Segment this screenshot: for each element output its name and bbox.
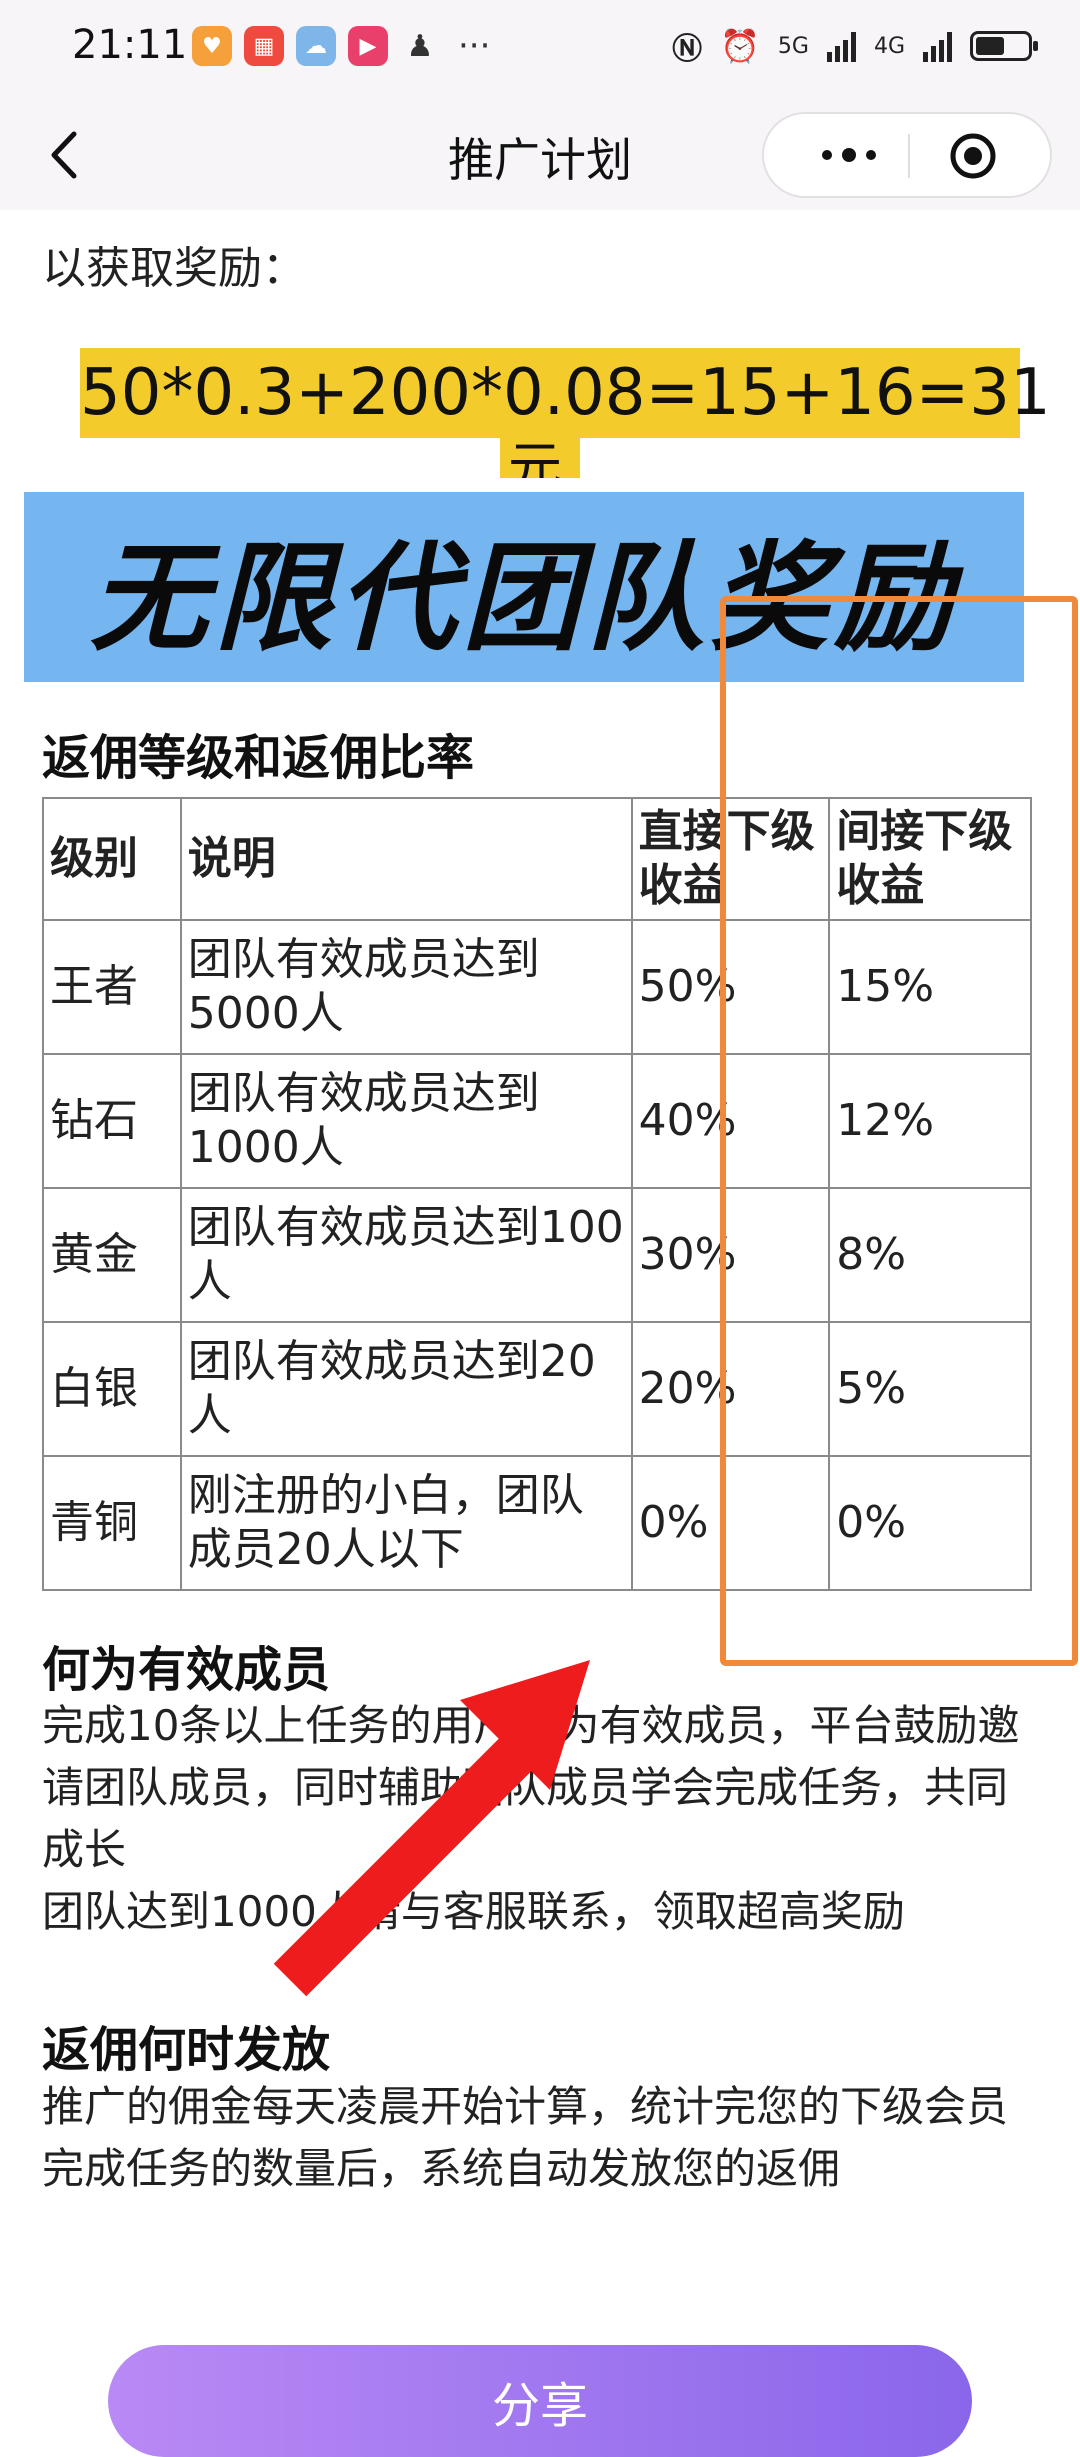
reward-formula-unit: 元: [508, 438, 562, 478]
reward-formula: 50*0.3+200*0.08=15+16=31: [80, 356, 1051, 430]
close-target-icon[interactable]: [948, 131, 998, 181]
effective-member-text: 完成10条以上任务的用户即为有效成员，平台鼓励邀请团队成员，同时辅助团队成员学会…: [42, 1701, 1020, 1874]
more-notifications-icon: ···: [458, 26, 491, 66]
intro-text: 以获取奖励：: [42, 243, 306, 294]
heart-app-icon: ♥: [192, 26, 232, 66]
header-description: 说明: [179, 797, 633, 921]
direct-rate-cell: 50%: [630, 919, 831, 1055]
description-cell: 团队有效成员达到5000人: [179, 919, 633, 1055]
notification-app-icons: ♥ ▦ ☁ ▶ ♟ ···: [192, 26, 490, 66]
direct-rate-cell: 40%: [630, 1053, 831, 1189]
direct-rate-cell: 0%: [630, 1455, 831, 1591]
more-options-button[interactable]: [804, 132, 894, 178]
table-title: 返佣等级和返佣比率: [42, 730, 475, 786]
description-cell: 刚注册的小白，团队成员20人以下: [179, 1455, 633, 1591]
description-cell: 团队有效成员达到1000人: [179, 1053, 633, 1189]
indirect-rate-cell: 0%: [828, 1455, 1032, 1591]
level-cell: 青铜: [42, 1455, 182, 1591]
signal-5g-icon: [826, 30, 856, 62]
payout-title: 返佣何时发放: [42, 2022, 331, 2078]
level-cell: 黄金: [42, 1187, 182, 1323]
table-row: 青铜 刚注册的小白，团队成员20人以下 0% 0%: [42, 1455, 1032, 1591]
indirect-rate-cell: 5%: [828, 1321, 1032, 1457]
video-play-app-icon: ▶: [348, 26, 388, 66]
system-status-icons: Ⓝ ⏰ 5G 4G: [672, 24, 1038, 68]
ghost-app-icon: ☁: [296, 26, 336, 66]
table-row: 王者 团队有效成员达到5000人 50% 15%: [42, 919, 1032, 1055]
table-row: 黄金 团队有效成员达到100人 30% 8%: [42, 1187, 1032, 1323]
table-row: 白银 团队有效成员达到20人 20% 5%: [42, 1321, 1032, 1457]
team-reward-banner: 无限代团队奖励: [24, 492, 1024, 682]
battery-icon: [970, 31, 1038, 61]
signal-4g-icon: [923, 30, 952, 62]
indirect-rate-cell: 8%: [828, 1187, 1032, 1323]
direct-rate-cell: 20%: [630, 1321, 831, 1457]
grid-app-icon: ▦: [244, 26, 284, 66]
level-cell: 白银: [42, 1321, 182, 1457]
description-cell: 团队有效成员达到100人: [179, 1187, 633, 1323]
share-button[interactable]: 分享: [108, 2345, 972, 2457]
penguin-app-icon: ♟: [400, 26, 440, 66]
capsule-divider: [908, 134, 910, 178]
effective-member-title: 何为有效成员: [42, 1642, 331, 1698]
indirect-rate-cell: 15%: [828, 919, 1032, 1055]
commission-table: 级别 说明 直接下级收益 间接下级收益 王者 团队有效成员达到5000人 50%…: [42, 797, 1032, 1591]
header-indirect-income: 间接下级收益: [828, 797, 1032, 921]
table-row: 钻石 团队有效成员达到1000人 40% 12%: [42, 1053, 1032, 1189]
network-4g-label: 4G: [873, 33, 905, 59]
status-bar: 21:11 ♥ ▦ ☁ ▶ ♟ ··· Ⓝ ⏰ 5G 4G: [0, 0, 1080, 100]
payout-text: 推广的佣金每天凌晨开始计算，统计完您的下级会员完成任务的数量后，系统自动发放您的…: [42, 2082, 1009, 2193]
main-content: 以获取奖励： 50*0.3+200*0.08=15+16=31 元 无限代团队奖…: [0, 210, 1080, 2457]
level-cell: 钻石: [42, 1053, 182, 1189]
description-cell: 团队有效成员达到20人: [179, 1321, 633, 1457]
nav-bar: 推广计划: [0, 100, 1080, 210]
direct-rate-cell: 30%: [630, 1187, 831, 1323]
alarm-icon: ⏰: [720, 27, 760, 65]
network-5g-label: 5G: [777, 33, 809, 59]
effective-member-text-2: 团队达到1000人请与客服联系，领取超高奖励: [42, 1887, 905, 1936]
banner-title: 无限代团队奖励: [89, 528, 958, 667]
indirect-rate-cell: 12%: [828, 1053, 1032, 1189]
mini-program-capsule: [762, 112, 1052, 198]
level-cell: 王者: [42, 919, 182, 1055]
header-level: 级别: [42, 797, 182, 921]
status-time: 21:11: [72, 22, 188, 68]
nfc-icon: Ⓝ: [672, 32, 703, 67]
header-direct-income: 直接下级收益: [630, 797, 831, 921]
table-header-row: 级别 说明 直接下级收益 间接下级收益: [42, 797, 1032, 921]
